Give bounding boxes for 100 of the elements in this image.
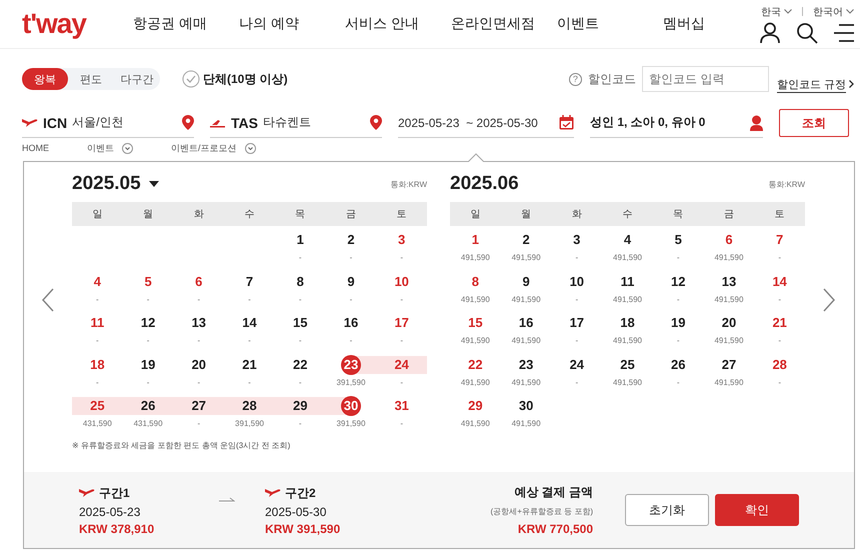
origin-field[interactable]: ICN 서울/인천 <box>22 108 194 138</box>
calendar-day[interactable]: 1 <box>290 230 310 250</box>
calendar-day[interactable]: 3 <box>392 230 412 250</box>
calendar-day[interactable]: 8 <box>465 272 486 292</box>
day-fare: - <box>146 336 150 345</box>
nav-link[interactable]: 항공권 예매 <box>133 15 239 33</box>
calendar-day[interactable]: 24 <box>566 354 587 374</box>
search-button[interactable]: 조회 <box>779 109 849 137</box>
calendar-day[interactable]: 2 <box>340 230 361 250</box>
calendar-day[interactable]: 5 <box>668 230 688 250</box>
calendar-day[interactable]: 4 <box>87 272 108 292</box>
calendar-day[interactable]: 18 <box>618 313 638 333</box>
chevron-down-icon[interactable] <box>244 143 256 154</box>
calendar-day[interactable]: 13 <box>718 272 739 292</box>
calendar-day[interactable]: 7 <box>240 272 260 292</box>
calendar-day[interactable]: 22 <box>290 354 310 374</box>
passenger-field[interactable]: 성인 1, 소아 0, 유아 0 <box>590 108 763 138</box>
calendar-day[interactable]: 11 <box>618 272 638 292</box>
location-pin-icon[interactable] <box>370 115 382 130</box>
calendar-day[interactable]: 29 <box>465 396 486 416</box>
trip-type-tab[interactable]: 왕복 <box>22 68 68 90</box>
calendar-day[interactable]: 3 <box>566 230 587 250</box>
calendar-day[interactable]: 18 <box>87 354 108 374</box>
calendar-day[interactable]: 28 <box>770 354 790 374</box>
logo[interactable]: t'way <box>22 8 133 40</box>
calendar-day[interactable]: 17 <box>566 313 587 333</box>
calendar-day[interactable]: 16 <box>340 313 361 333</box>
calendar-day[interactable]: 26 <box>668 354 688 374</box>
calendar-day[interactable]: 6 <box>718 230 739 250</box>
promo-rules-link[interactable]: 할인코드 규정 <box>776 77 846 93</box>
promo-code-field[interactable]: 할인코드 입력 <box>642 66 769 92</box>
date-range-field[interactable]: 2025-05-23 ~ 2025-05-30 <box>398 108 574 138</box>
nav-link[interactable]: 나의 예약 <box>239 15 345 33</box>
calendar-day[interactable]: 31 <box>392 396 412 416</box>
calendar-day[interactable]: 14 <box>240 313 260 333</box>
calendar-day[interactable]: 9 <box>516 272 536 292</box>
calendar-day[interactable]: 16 <box>516 313 536 333</box>
language-dropdown[interactable]: 한국어 <box>813 4 854 18</box>
chevron-right-icon[interactable] <box>849 80 854 88</box>
calendar-day[interactable]: 29 <box>290 396 310 416</box>
trip-type-tab[interactable]: 다구간 <box>114 68 160 90</box>
calendar-day[interactable]: 19 <box>138 354 158 374</box>
calendar-day[interactable]: 2 <box>516 230 536 250</box>
calendar-day[interactable]: 10 <box>392 272 412 292</box>
calendar-day[interactable]: 13 <box>188 313 209 333</box>
calendar-day[interactable]: 22 <box>465 354 486 374</box>
breadcrumb-item[interactable]: 이벤트/프로모션 <box>171 143 237 154</box>
help-icon[interactable]: ? <box>568 72 582 86</box>
breadcrumb-item[interactable]: 이벤트 <box>87 143 114 154</box>
day-fare: - <box>248 378 251 386</box>
calendar-day[interactable]: 21 <box>770 313 790 333</box>
day-fare: 491,590 <box>460 336 490 345</box>
nav-link[interactable]: 온라인면세점 <box>451 15 557 33</box>
calendar-day[interactable]: 15 <box>290 313 310 333</box>
calendar-day[interactable]: 14 <box>770 272 790 292</box>
calendar-day[interactable]: 24 <box>392 354 412 374</box>
calendar-day[interactable]: 5 <box>138 272 158 292</box>
language-dropdown[interactable]: 한국 <box>761 4 792 18</box>
month-title[interactable]: 2025.05 <box>72 173 141 195</box>
calendar-day[interactable]: 27 <box>718 354 739 374</box>
calendar-day[interactable]: 8 <box>290 272 310 292</box>
nav-link[interactable]: 이벤트 <box>557 15 663 33</box>
breadcrumb-item[interactable]: HOME <box>22 143 49 154</box>
calendar-day[interactable]: 27 <box>188 396 209 416</box>
calendar-day[interactable]: 20 <box>188 354 209 374</box>
calendar-day[interactable]: 1 <box>465 230 486 250</box>
chevron-down-icon[interactable] <box>122 143 133 154</box>
calendar-day[interactable]: 25 <box>87 396 108 416</box>
calendar-day[interactable]: 23 <box>340 354 361 374</box>
calendar-day[interactable]: 25 <box>618 354 638 374</box>
calendar-day[interactable]: 12 <box>138 313 158 333</box>
calendar-day[interactable]: 23 <box>516 354 536 374</box>
calendar-day[interactable]: 6 <box>188 272 209 292</box>
dropdown-caret-icon[interactable] <box>148 181 159 187</box>
calendar-day[interactable]: 11 <box>87 313 108 333</box>
user-icon[interactable] <box>760 22 780 44</box>
destination-field[interactable]: TAS 타슈켄트 <box>210 108 382 138</box>
calendar-day[interactable]: 10 <box>566 272 587 292</box>
calendar-day[interactable]: 12 <box>668 272 688 292</box>
calendar-day[interactable]: 26 <box>138 396 158 416</box>
calendar-day[interactable]: 9 <box>340 272 361 292</box>
calendar-day[interactable]: 7 <box>770 230 790 250</box>
confirm-button[interactable]: 확인 <box>715 494 799 526</box>
calendar-day[interactable]: 15 <box>465 313 486 333</box>
trip-type-tab[interactable]: 편도 <box>68 68 114 90</box>
calendar-day[interactable]: 30 <box>340 396 361 416</box>
check-circle-icon[interactable] <box>182 70 200 88</box>
calendar-day[interactable]: 20 <box>718 313 739 333</box>
menu-icon[interactable] <box>834 24 854 42</box>
location-pin-icon[interactable] <box>182 115 194 130</box>
nav-link[interactable]: 서비스 안내 <box>345 15 451 33</box>
calendar-day[interactable]: 30 <box>516 396 536 416</box>
nav-link[interactable]: 멤버십 <box>663 15 705 33</box>
calendar-day[interactable]: 19 <box>668 313 688 333</box>
calendar-day[interactable]: 17 <box>392 313 412 333</box>
calendar-day[interactable]: 4 <box>618 230 638 250</box>
reset-button[interactable]: 초기화 <box>625 494 709 526</box>
calendar-day[interactable]: 28 <box>240 396 260 416</box>
calendar-day[interactable]: 21 <box>240 354 260 374</box>
search-icon[interactable] <box>796 22 818 44</box>
